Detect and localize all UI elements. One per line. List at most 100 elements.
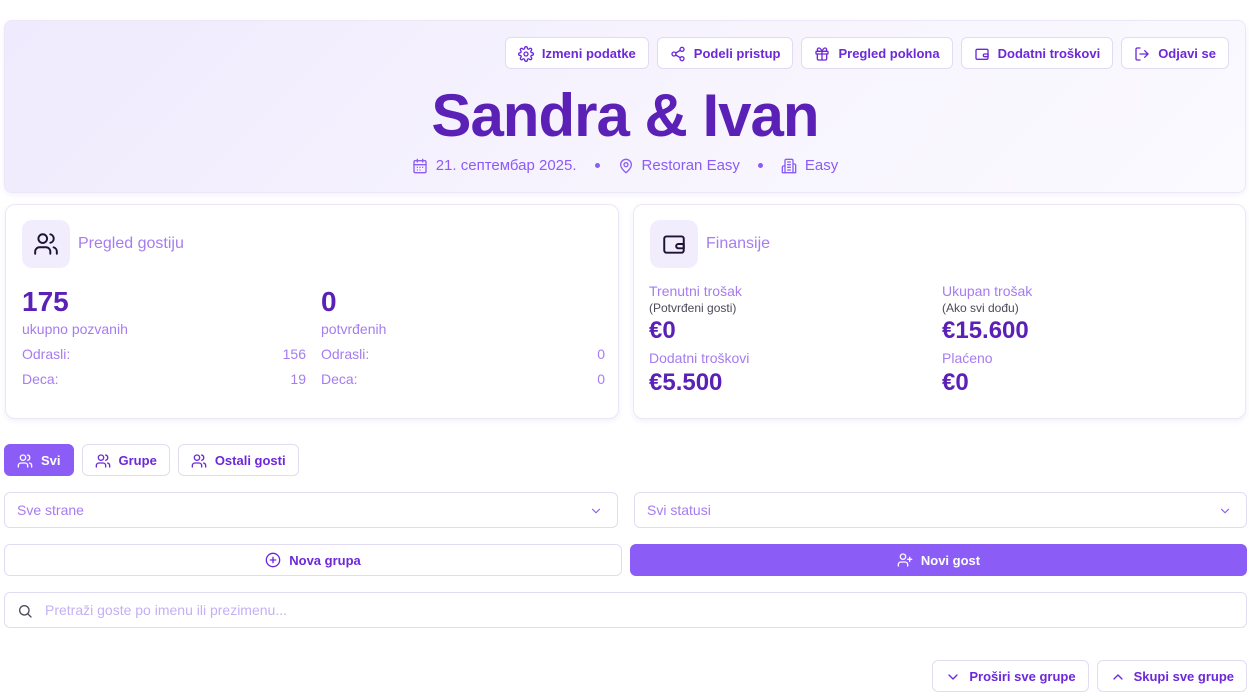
invited-count: 175: [22, 286, 69, 317]
share-access-label: Podeli pristup: [693, 45, 781, 61]
event-venue: Restoran Easy: [618, 157, 740, 174]
building-icon: [781, 158, 797, 173]
tab-all-label: Svi: [41, 452, 61, 468]
extra-costs-label: Dodatni troškovi: [649, 350, 750, 366]
status-filter-value: Svi statusi: [647, 502, 711, 518]
wallet-icon: [974, 48, 989, 60]
gift-icon: [815, 47, 830, 61]
finance-card: Finansije Trenutni trošak (Potvrđeni gos…: [633, 204, 1246, 419]
location-pin-icon: [619, 158, 632, 173]
new-guest-label: Novi gost: [920, 552, 981, 568]
chevron-up-icon: [1112, 674, 1123, 680]
tab-other-guests[interactable]: Ostali gosti: [177, 444, 299, 476]
event-meta: 21. септембар 2025. Restoran Easy Easy: [5, 157, 1245, 174]
gifts-overview-button[interactable]: Pregled poklona: [801, 37, 953, 69]
logout-button[interactable]: Odjavi se: [1121, 37, 1229, 69]
users-icon: [17, 454, 33, 468]
new-group-label: Nova grupa: [289, 552, 361, 568]
invited-kids-label: Deca:: [22, 371, 59, 387]
side-filter-value: Sve strane: [17, 502, 84, 518]
page-title: Sandra & Ivan: [431, 82, 819, 149]
wallet-icon-box: [650, 220, 698, 268]
page: Izmeni podatke Podeli pristup Pregled po…: [0, 0, 1249, 698]
expand-all-label: Proširi sve grupe: [969, 668, 1076, 684]
confirmed-stats: 0 potvrđenih Odrasli: 0 Deca: 0: [321, 286, 605, 388]
chevron-down-icon: [591, 508, 601, 514]
event-date-text: 21. септембар 2025.: [435, 157, 577, 174]
wallet-icon: [663, 235, 685, 254]
confirmed-adults-label: Odrasli:: [321, 346, 370, 362]
gear-icon: [517, 46, 534, 62]
header-actions: Izmeni podatke Podeli pristup Pregled po…: [504, 37, 1229, 69]
confirmed-adults-value: 0: [597, 346, 605, 362]
confirmed-adults-row: Odrasli: 0: [321, 346, 605, 362]
event-venue-text: Restoran Easy: [641, 157, 740, 174]
separator-dot: [594, 163, 600, 168]
event-date: 21. септембар 2025.: [412, 157, 577, 174]
search-icon: [19, 605, 32, 618]
new-guest-button[interactable]: Novi gost: [630, 544, 1247, 576]
guests-overview-card: Pregled gostiju 175 ukupno pozvanih Odra…: [5, 204, 619, 419]
group-expand-actions: Proširi sve grupe Skupi sve grupe: [932, 660, 1247, 692]
finance-left-column: Trenutni trošak (Potvrđeni gosti) €0 Dod…: [649, 283, 929, 397]
total-cost-value: €15.600: [942, 317, 1029, 344]
tab-other-guests-label: Ostali gosti: [214, 452, 286, 468]
side-filter-select[interactable]: Sve strane: [4, 492, 618, 528]
calendar-icon: [413, 158, 427, 173]
paid-label: Plaćeno: [942, 350, 993, 366]
new-group-button[interactable]: Nova grupa: [4, 544, 622, 576]
chevron-down-icon: [1220, 508, 1230, 514]
edit-details-label: Izmeni podatke: [541, 45, 636, 61]
collapse-all-groups-button[interactable]: Skupi sve grupe: [1096, 660, 1247, 692]
logout-label: Odjavi se: [1158, 45, 1216, 61]
share-icon: [671, 46, 685, 62]
invited-adults-value: 156: [282, 346, 306, 362]
current-cost-note: (Potvrđeni gosti): [649, 301, 737, 315]
extra-costs-button[interactable]: Dodatni troškovi: [960, 37, 1114, 69]
chevron-down-icon: [948, 674, 959, 680]
invited-kids-value: 19: [290, 371, 306, 387]
users-icon: [34, 233, 58, 255]
confirmed-count: 0: [321, 286, 337, 317]
tab-all[interactable]: Svi: [4, 444, 74, 476]
invited-kids-row: Deca: 19: [22, 371, 306, 387]
confirmed-kids-value: 0: [597, 371, 605, 387]
extra-costs-label: Dodatni troškovi: [997, 45, 1101, 61]
total-cost-label: Ukupan trošak: [942, 283, 1033, 299]
status-filter-select[interactable]: Svi statusi: [634, 492, 1247, 528]
tab-groups-label: Grupe: [118, 452, 157, 468]
event-hall: Easy: [781, 157, 838, 174]
edit-details-button[interactable]: Izmeni podatke: [504, 37, 649, 69]
users-icon-box: [22, 220, 70, 268]
search-input[interactable]: [45, 593, 1235, 627]
finance-title: Finansije: [706, 235, 771, 252]
plus-circle-icon: [265, 552, 281, 568]
guests-overview-title: Pregled gostiju: [78, 235, 184, 252]
current-cost-label: Trenutni trošak: [649, 283, 742, 299]
expand-all-groups-button[interactable]: Proširi sve grupe: [932, 660, 1089, 692]
paid-value: €0: [942, 369, 969, 396]
user-plus-icon: [897, 553, 913, 567]
confirmed-kids-row: Deca: 0: [321, 371, 605, 387]
guest-search: [4, 592, 1247, 628]
guest-tabs: Svi Grupe Ostali gosti: [4, 444, 299, 476]
invited-adults-row: Odrasli: 156: [22, 346, 306, 362]
total-cost-note: (Ako svi dođu): [942, 301, 1019, 315]
share-access-button[interactable]: Podeli pristup: [656, 37, 794, 69]
event-hall-text: Easy: [804, 157, 839, 174]
extra-costs-value: €5.500: [649, 369, 723, 396]
gifts-overview-label: Pregled poklona: [838, 45, 940, 61]
collapse-all-label: Skupi sve grupe: [1133, 668, 1234, 684]
separator-dot: [757, 163, 763, 168]
users-icon: [191, 454, 207, 468]
invited-label: ukupno pozvanih: [22, 321, 128, 337]
tab-groups[interactable]: Grupe: [81, 444, 170, 476]
confirmed-label: potvrđenih: [321, 321, 387, 337]
invited-adults-label: Odrasli:: [22, 346, 71, 362]
logout-icon: [1135, 47, 1149, 61]
confirmed-kids-label: Deca:: [321, 371, 358, 387]
users-icon: [95, 454, 110, 468]
finance-right-column: Ukupan trošak (Ako svi dođu) €15.600 Pla…: [942, 283, 1222, 397]
current-cost-value: €0: [649, 317, 676, 344]
invited-stats: 175 ukupno pozvanih Odrasli: 156 Deca: 1…: [22, 286, 306, 388]
